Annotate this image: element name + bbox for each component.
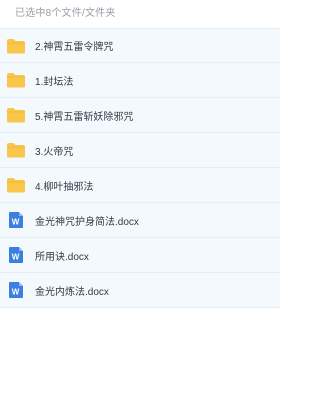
file-name: 1.封坛法 [35, 76, 74, 88]
svg-text:W: W [12, 253, 20, 262]
file-name: 金光神咒护身简法.docx [35, 216, 139, 228]
folder-icon [6, 176, 26, 194]
word-doc-icon: W [6, 211, 26, 229]
file-row-folder[interactable]: 1.封坛法 [0, 63, 280, 98]
folder-icon [6, 141, 26, 159]
file-name: 2.神霄五雷令牌咒 [35, 42, 114, 53]
file-name: 3.火帝咒 [35, 146, 74, 158]
file-row-folder[interactable]: 5.神霄五雷斩妖除邪咒 [0, 98, 280, 133]
svg-text:W: W [12, 218, 20, 227]
selection-summary: 已选中8个文件/文件夹 [15, 8, 116, 19]
file-name: 4.柳叶抽邪法 [35, 181, 94, 193]
file-row-folder[interactable]: 3.火帝咒 [0, 133, 280, 168]
file-name: 5.神霄五雷斩妖除邪咒 [35, 111, 134, 123]
file-name: 所用诀.docx [35, 251, 89, 263]
file-row-docx[interactable]: W 所用诀.docx [0, 238, 280, 273]
file-row-folder[interactable]: 2.神霄五雷令牌咒 [0, 28, 280, 63]
word-doc-icon: W [6, 246, 26, 264]
folder-icon [6, 106, 26, 124]
file-row-docx[interactable]: W 金光内炼法.docx [0, 273, 280, 308]
word-doc-icon: W [6, 281, 26, 299]
file-name: 金光内炼法.docx [35, 286, 109, 298]
svg-text:W: W [12, 288, 20, 297]
folder-icon [6, 71, 26, 89]
file-row-folder[interactable]: 4.柳叶抽邪法 [0, 168, 280, 203]
file-row-docx[interactable]: W 金光神咒护身简法.docx [0, 203, 280, 238]
file-list: 2.神霄五雷令牌咒 1.封坛法 5.神霄五雷斩妖除邪咒 3.火帝咒 4.柳叶抽邪… [0, 28, 280, 308]
file-selection-panel: 已选中8个文件/文件夹 2.神霄五雷令牌咒 1.封坛法 5.神霄五雷斩妖除邪咒 … [0, 0, 280, 400]
folder-icon [6, 37, 26, 55]
